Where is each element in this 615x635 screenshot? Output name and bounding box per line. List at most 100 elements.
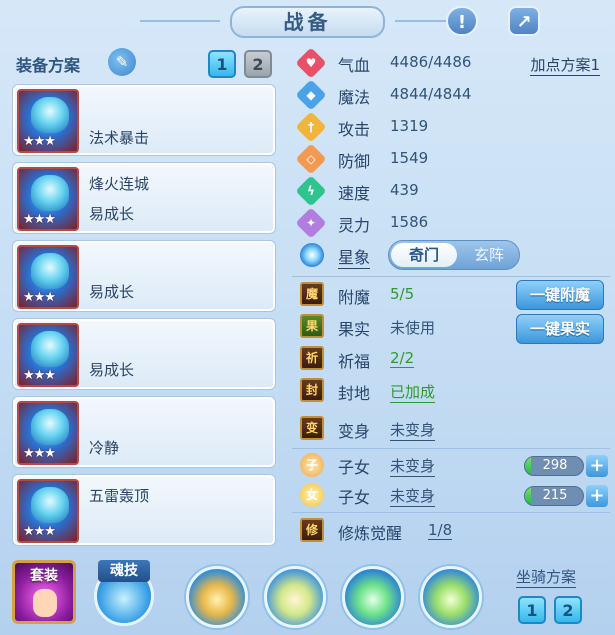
star-toggle: 奇门 玄阵 [388,240,520,270]
stat-row-attack: † 攻击 1319 [292,111,610,143]
pet-portrait: ★★★ [17,245,79,309]
stat-name: 防御 [338,152,371,171]
stat-row-spirit: ✦ 灵力 1586 [292,207,610,239]
stat-name: 攻击 [338,120,371,139]
mount-plan-label[interactable]: 坐骑方案 [516,566,577,588]
pet-card[interactable]: ★★★ 烽火连城 易成长 [12,162,276,234]
stat-row-speed: ϟ 速度 439 [292,175,610,207]
feature-name: 变身 [338,422,371,441]
divider [292,448,610,449]
pet-creature-icon [31,487,69,523]
progress-value: 298 [542,458,568,473]
stat-name: 魔法 [338,88,371,107]
child-icon: 子 [300,453,324,477]
feature-value: 未使用 [390,319,436,337]
cultivation-row: 修 修炼觉醒 1/8 [292,516,610,546]
pet-card[interactable]: ★★★ 法术暴击 [12,84,276,156]
pet-skill: 法术暴击 [89,129,150,147]
feature-value[interactable]: 2/2 [390,349,415,368]
pet-creature-icon [31,331,69,367]
stat-value: 439 [390,181,419,199]
suit-label: 套装 [30,568,58,584]
share-icon[interactable]: ↗ [508,6,540,36]
toggle-qimen[interactable]: 奇门 [391,243,457,267]
toggle-xuanzhen[interactable]: 玄阵 [459,243,519,267]
pet-stars: ★★★ [23,212,56,227]
pet-stars: ★★★ [23,290,56,305]
child-status[interactable]: 未变身 [390,455,436,477]
feature-value[interactable]: 已加成 [390,381,436,403]
suit-icon[interactable]: 套装 [12,560,76,624]
stat-row-mp: ◆ 魔法 4844/4844 [292,79,610,111]
divider [292,512,610,513]
pet-trait: 易成长 [89,361,135,379]
feature-value[interactable]: 未变身 [390,419,436,441]
pet-portrait: ★★★ [17,479,79,543]
child-icon: 女 [300,483,324,507]
pet-portrait: ★★★ [17,89,79,153]
pet-trait: 易成长 [89,205,135,223]
mount-plan-tab-1[interactable]: 1 [518,596,546,624]
stat-value: 4844/4844 [390,85,472,103]
pet-creature-icon [31,97,69,133]
pet-stars: ★★★ [23,446,56,461]
feature-name: 果实 [338,320,371,339]
spirit-glyph: ✦ [305,216,317,230]
feature-row: 变 变身 未变身 [292,414,610,444]
pet-stars: ★★★ [23,134,56,149]
skill-orb-2-icon[interactable] [264,566,326,628]
pet-skill: 烽火连城 [89,175,150,193]
feature-row: 封 封地 已加成 [292,376,610,406]
blessing-icon: 祈 [300,346,324,370]
pet-creature-icon [31,409,69,445]
feature-row: 魔 附魔 5/5 一键附魔 [292,280,610,310]
feature-value: 5/5 [390,285,415,303]
mount-plan-tab-2[interactable]: 2 [554,596,582,624]
shield-glyph: ◇ [306,152,316,166]
pencil-icon[interactable]: ✎ [108,48,136,76]
stat-name: 气血 [338,56,371,75]
child-status[interactable]: 未变身 [390,485,436,507]
top-bar: 战备 ! ↗ [0,0,615,40]
feature-name: 附魔 [338,288,371,307]
hand-icon [33,589,57,617]
soul-skill-label: 魂技 [98,560,150,582]
stat-row-defense: ◇ 防御 1549 [292,143,610,175]
star-label[interactable]: 星象 [338,244,371,269]
skill-orb-4-icon[interactable] [420,566,482,628]
stat-row-hp: ♥ 气血 4486/4486 加点方案1 [292,47,610,79]
equipment-plan-tab-2[interactable]: 2 [244,50,272,78]
pet-card[interactable]: ★★★ 易成长 [12,318,276,390]
star-icon [300,243,324,267]
child-row: 女 子女 未变身 215 + [292,480,610,510]
child-progress-bar: 215 [524,486,584,506]
stat-value: 1319 [390,117,429,135]
one-click-enchant-button[interactable]: 一键附魔 [516,280,604,310]
pet-creature-icon [31,253,69,289]
cultivation-value[interactable]: 1/8 [428,521,453,540]
pet-card[interactable]: ★★★ 易成长 [12,240,276,312]
pet-card[interactable]: ★★★ 冷静 [12,396,276,468]
title-ornament-left [140,20,220,22]
pet-portrait: ★★★ [17,401,79,465]
plus-button[interactable]: + [586,455,608,477]
add-point-plan-link[interactable]: 加点方案1 [530,54,600,76]
equipment-panel: 装备方案 ✎ 1 2 ★★★ 法术暴击 ★★★ 烽火连城 易成长 ★★★ 易成长… [8,44,284,548]
star-row: 星象 奇门 玄阵 [292,240,610,270]
sword-glyph: † [308,120,314,134]
page-title: 战备 [230,6,385,38]
plus-button[interactable]: + [586,485,608,507]
cultivation-icon: 修 [300,518,324,542]
stat-name: 灵力 [338,216,371,235]
exclamation-icon[interactable]: ! [446,6,478,36]
feature-name: 祈福 [338,352,371,371]
pet-trait: 易成长 [89,283,135,301]
skill-orb-1-icon[interactable] [186,566,248,628]
pet-card[interactable]: ★★★ 五雷轰顶 [12,474,276,546]
equipment-plan-tab-1[interactable]: 1 [208,50,236,78]
child-label: 子女 [338,488,371,507]
skill-orb-3-icon[interactable] [342,566,404,628]
one-click-fruit-button[interactable]: 一键果实 [516,314,604,344]
child-progress-bar: 298 [524,456,584,476]
fruit-icon: 果 [300,314,324,338]
